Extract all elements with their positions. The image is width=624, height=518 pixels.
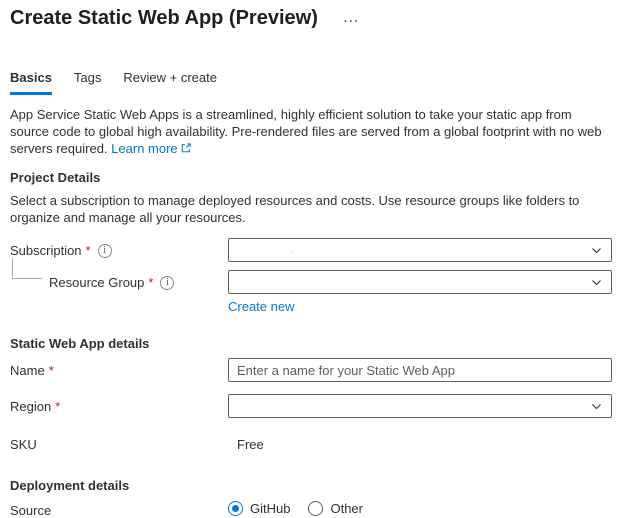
subscription-label-text: Subscription (10, 243, 82, 258)
intro-text: App Service Static Web Apps is a streaml… (10, 106, 614, 158)
source-radio-group: GitHub Other (228, 498, 612, 516)
info-icon[interactable]: i (160, 275, 175, 290)
radio-label: Other (330, 501, 363, 516)
name-row: Name * (10, 358, 614, 382)
tab-review-create[interactable]: Review + create (123, 70, 217, 95)
create-new-link[interactable]: Create new (228, 299, 294, 314)
region-dropdown[interactable] (228, 394, 612, 418)
radio-option-other[interactable]: Other (308, 501, 363, 516)
sku-label: SKU (10, 432, 228, 452)
resource-group-row: Resource Group * i (10, 258, 614, 294)
name-label: Name * (10, 358, 228, 378)
tab-tags[interactable]: Tags (74, 70, 101, 95)
region-label: Region * (10, 394, 228, 414)
chevron-down-icon (590, 244, 603, 257)
source-row: Source GitHub Other (10, 498, 614, 518)
chevron-down-icon (590, 276, 603, 289)
radio-option-github[interactable]: GitHub (228, 501, 290, 516)
region-row: Region * (10, 394, 614, 418)
source-label: Source (10, 498, 228, 518)
chevron-down-icon (590, 400, 603, 413)
subscription-value: . (291, 244, 295, 256)
info-icon[interactable]: i (97, 243, 112, 258)
required-marker: * (48, 363, 54, 378)
resource-group-label-text: Resource Group (49, 275, 145, 290)
external-link-icon (180, 141, 192, 158)
required-marker: * (148, 275, 154, 290)
source-label-text: Source (10, 503, 52, 518)
static-web-app-details-heading: Static Web App details (10, 336, 150, 351)
project-details-description: Select a subscription to manage deployed… (10, 193, 580, 225)
name-input[interactable] (228, 358, 612, 382)
page-header: Create Static Web App (Preview) ... (10, 6, 614, 30)
subscription-row: Subscription * i . (10, 238, 614, 262)
resource-group-label: Resource Group * i (10, 270, 228, 290)
sku-value: Free (237, 437, 264, 452)
required-marker: * (85, 243, 91, 258)
learn-more-label: Learn more (111, 141, 178, 156)
learn-more-link[interactable]: Learn more (111, 141, 191, 156)
create-static-web-app-page: Create Static Web App (Preview) ... Basi… (0, 0, 624, 518)
project-details-heading: Project Details (10, 170, 101, 185)
resource-group-dropdown[interactable] (228, 270, 612, 294)
radio-selected-icon (228, 501, 243, 516)
hierarchy-connector-line (12, 258, 42, 279)
tab-basics[interactable]: Basics (10, 70, 52, 95)
region-label-text: Region (10, 399, 52, 414)
name-label-text: Name (10, 363, 45, 378)
wizard-tabs: Basics Tags Review + create (10, 70, 614, 95)
radio-label: GitHub (250, 501, 291, 516)
required-marker: * (55, 399, 61, 414)
more-ellipsis-icon[interactable]: ... (344, 6, 360, 30)
subscription-label: Subscription * i (10, 238, 228, 258)
subscription-dropdown[interactable]: . (228, 238, 612, 262)
intro-description: App Service Static Web Apps is a streaml… (10, 107, 602, 156)
radio-unselected-icon (308, 501, 324, 516)
deployment-details-heading: Deployment details (10, 478, 130, 493)
page-title: Create Static Web App (Preview) (10, 7, 318, 29)
sku-row: SKU Free (10, 432, 614, 452)
sku-label-text: SKU (10, 437, 37, 452)
